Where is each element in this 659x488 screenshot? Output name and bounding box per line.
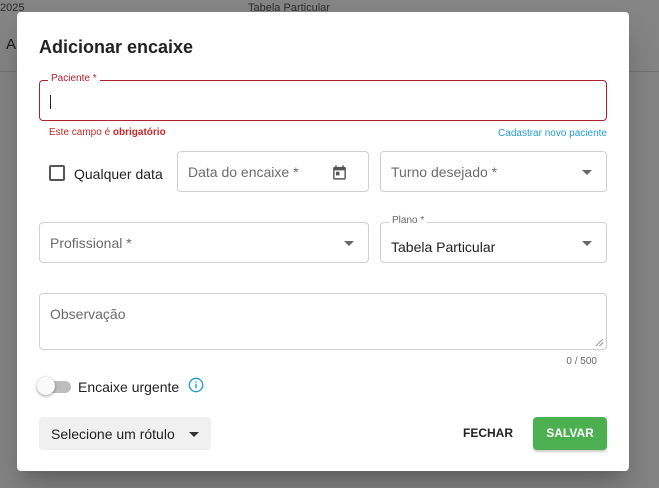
turno-select[interactable]: Turno desejado * xyxy=(380,151,607,192)
plano-select[interactable]: Plano * Tabela Particular xyxy=(380,215,607,263)
qualquer-data-label[interactable]: Qualquer data xyxy=(74,166,163,182)
save-button[interactable]: SALVAR xyxy=(533,417,607,450)
observacao-placeholder: Observação xyxy=(50,306,126,322)
paciente-field[interactable]: Paciente * xyxy=(39,73,607,121)
paciente-error-strong: obrigatório xyxy=(112,127,166,138)
caret-down-icon xyxy=(582,241,592,246)
observacao-counter: 0 / 500 xyxy=(566,356,597,367)
resize-handle-icon[interactable] xyxy=(596,339,603,346)
calendar-icon[interactable] xyxy=(331,164,348,181)
data-encaixe-field[interactable]: Data do encaixe * xyxy=(177,151,369,192)
rotulo-select[interactable]: Selecione um rótulo xyxy=(39,417,211,450)
info-icon[interactable] xyxy=(188,377,204,393)
paciente-error: Este campo é obrigatório xyxy=(49,127,166,138)
profissional-placeholder: Profissional * xyxy=(50,235,132,251)
data-encaixe-placeholder: Data do encaixe * xyxy=(188,164,299,180)
toggle-thumb xyxy=(37,377,55,395)
add-encaixe-dialog: Adicionar encaixe Paciente * Este campo … xyxy=(17,12,629,471)
urgente-toggle[interactable] xyxy=(37,377,71,395)
paciente-label: Paciente * xyxy=(48,73,100,84)
close-button[interactable]: FECHAR xyxy=(453,417,523,450)
urgente-label: Encaixe urgente xyxy=(78,379,180,395)
caret-down-icon xyxy=(189,432,199,437)
text-cursor xyxy=(50,95,51,109)
profissional-select[interactable]: Profissional * xyxy=(39,222,369,263)
plano-value: Tabela Particular xyxy=(391,239,496,255)
caret-down-icon xyxy=(344,241,354,246)
qualquer-data-checkbox[interactable] xyxy=(49,165,65,181)
new-patient-link[interactable]: Cadastrar novo paciente xyxy=(498,128,607,139)
turno-placeholder: Turno desejado * xyxy=(391,164,498,180)
paciente-error-text: Este campo é xyxy=(49,127,113,138)
plano-label: Plano * xyxy=(389,215,428,226)
caret-down-icon xyxy=(582,170,592,175)
observacao-textarea[interactable]: Observação xyxy=(39,293,607,350)
rotulo-label: Selecione um rótulo xyxy=(51,426,175,442)
dialog-title: Adicionar encaixe xyxy=(39,37,194,57)
